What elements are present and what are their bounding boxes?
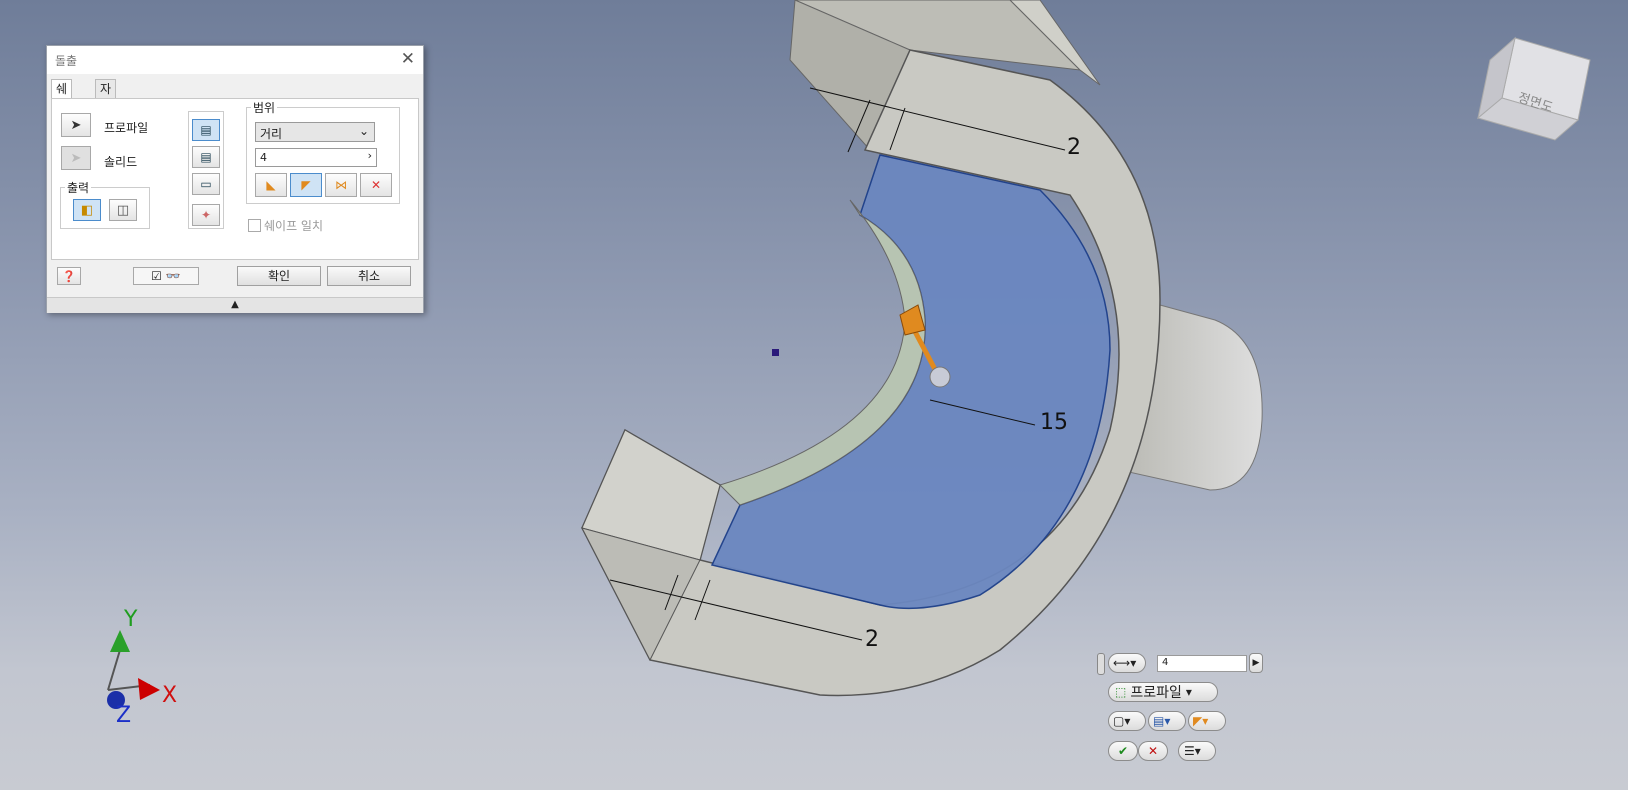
extent-type-select[interactable]: 거리 ⌄ [255, 122, 375, 142]
glasses-icon: 👓 [165, 269, 181, 283]
direction-default-button[interactable]: ◣ [255, 173, 287, 197]
operation-type-icon: ▤▾ [1153, 714, 1171, 728]
direction-type-icon: ◤▾ [1193, 714, 1209, 728]
join-button[interactable]: ▤ [192, 119, 220, 141]
mini-profile-button[interactable]: ⬚ 프로파일 ▾ [1108, 682, 1218, 702]
checkbox-checked-icon: ☑ [151, 269, 162, 283]
help-icon: ❓ [62, 269, 76, 283]
mini-distance-input[interactable]: 4 [1157, 655, 1247, 672]
preview-toggle[interactable]: ☑ 👓 [133, 267, 199, 285]
direction-symmetric-icon: ⋈ [335, 178, 347, 192]
distance-mode-icon: ⟷▾ [1113, 656, 1137, 670]
distance-value: 4 [260, 151, 267, 164]
chevron-down-icon: ▾ [1185, 685, 1192, 699]
play-arrow-icon: ▶ [1252, 658, 1260, 668]
collapse-arrow-icon[interactable]: ▲ [231, 299, 239, 310]
cut-button[interactable]: ▤ [192, 146, 220, 168]
checkmark-icon: ✔ [1117, 744, 1129, 758]
dialog-title: 돌출 [55, 54, 78, 68]
solid-select-button[interactable]: ➤ [61, 146, 91, 170]
profile-label: 프로파일 [104, 121, 149, 135]
profile-select-icon: ⬚ [1115, 685, 1127, 699]
direction-flipped-button[interactable]: ◤ [290, 173, 322, 197]
axis-triad [107, 630, 160, 709]
operation-group: ▤ ▤ ▭ ✦ [188, 111, 224, 229]
surface-body-icon: ◫ [116, 202, 130, 218]
solid-body-icon: ◧ [80, 202, 94, 218]
extent-label: 범위 [251, 99, 278, 116]
extrude-dialog: 돌출 ✕ 쉐이프 자세히 ➤ 프로파일 ➤ 솔리드 출력 ◧ ◫ ▤ ▤ ▭ ✦ [46, 45, 424, 313]
mini-options-button[interactable]: ☰▾ [1178, 741, 1216, 761]
mini-direction-button[interactable]: ◤▾ [1188, 711, 1226, 731]
tab-shape[interactable]: 쉐이프 [51, 79, 73, 132]
output-solid-button[interactable]: ◧ [73, 199, 101, 221]
output-type-icon: ▢▾ [1113, 714, 1131, 728]
mini-ok-button[interactable]: ✔ [1108, 741, 1138, 761]
output-surface-button[interactable]: ◫ [109, 199, 137, 221]
dimension-label-bottom[interactable]: 2 [865, 627, 879, 652]
sketch-point [772, 349, 779, 356]
direction-symmetric-button[interactable]: ⋈ [325, 173, 357, 197]
dimension-label-top[interactable]: 2 [1067, 135, 1081, 160]
help-button[interactable]: ❓ [57, 267, 81, 285]
x-cancel-icon: ✕ [1147, 744, 1159, 758]
chevron-right-icon[interactable]: › [368, 149, 372, 162]
ok-button[interactable]: 확인 [237, 266, 321, 286]
cursor-arrow-disabled-icon: ➤ [70, 150, 82, 166]
extent-type-value: 거리 [260, 127, 283, 141]
axis-y-label: Y [124, 607, 138, 632]
dialog-footer[interactable]: ▲ [47, 297, 423, 313]
output-label: 출력 [65, 179, 92, 196]
output-group: 출력 ◧ ◫ [60, 179, 150, 229]
intersect-button[interactable]: ▭ [192, 173, 220, 195]
mini-output-button[interactable]: ▢▾ [1108, 711, 1146, 731]
solid-label: 솔리드 [104, 155, 138, 169]
options-menu-icon: ☰▾ [1184, 744, 1201, 758]
new-solid-icon: ✦ [200, 208, 212, 222]
tab-more[interactable]: 자세히 [95, 79, 117, 132]
viewcube[interactable] [1476, 36, 1591, 141]
direction-flipped-icon: ◤ [301, 178, 311, 192]
mini-distance-mode-button[interactable]: ⟷▾ [1108, 653, 1146, 673]
chevron-down-icon: ⌄ [358, 124, 369, 138]
profile-select-button[interactable]: ➤ [61, 113, 91, 137]
mini-apply-arrow-button[interactable]: ▶ [1249, 653, 1263, 673]
mini-profile-label: 프로파일 [1130, 685, 1182, 701]
shape-panel: ➤ 프로파일 ➤ 솔리드 출력 ◧ ◫ ▤ ▤ ▭ ✦ 범위 거리 ⌄ 4 › … [51, 98, 419, 260]
mini-cancel-button[interactable]: ✕ [1138, 741, 1168, 761]
mini-distance-value: 4 [1162, 657, 1169, 668]
match-shape-label: 쉐이프 일치 [264, 219, 324, 233]
extent-group: 범위 거리 ⌄ 4 › ◣ ◤ ⋈ ✕ [246, 99, 400, 204]
mini-operation-button[interactable]: ▤▾ [1148, 711, 1186, 731]
new-solid-button[interactable]: ✦ [192, 204, 220, 226]
axis-x-label: X [162, 683, 178, 708]
cancel-button[interactable]: 취소 [327, 266, 411, 286]
join-icon: ▤ [200, 123, 212, 137]
direction-asymmetric-icon: ✕ [370, 178, 382, 192]
axis-z-label: Z [116, 703, 132, 728]
cut-icon: ▤ [200, 150, 212, 164]
match-shape-checkbox[interactable] [248, 219, 261, 232]
distance-input[interactable]: 4 › [255, 148, 377, 167]
intersect-icon: ▭ [200, 177, 212, 191]
cursor-arrow-icon: ➤ [70, 117, 82, 133]
dialog-titlebar[interactable]: 돌출 ✕ [47, 46, 423, 74]
direction-asymmetric-button[interactable]: ✕ [360, 173, 392, 197]
dimension-label-middle[interactable]: 15 [1040, 410, 1068, 435]
direction-default-icon: ◣ [266, 178, 276, 192]
mini-toolbar-grip[interactable] [1097, 653, 1105, 675]
close-icon[interactable]: ✕ [401, 49, 415, 69]
